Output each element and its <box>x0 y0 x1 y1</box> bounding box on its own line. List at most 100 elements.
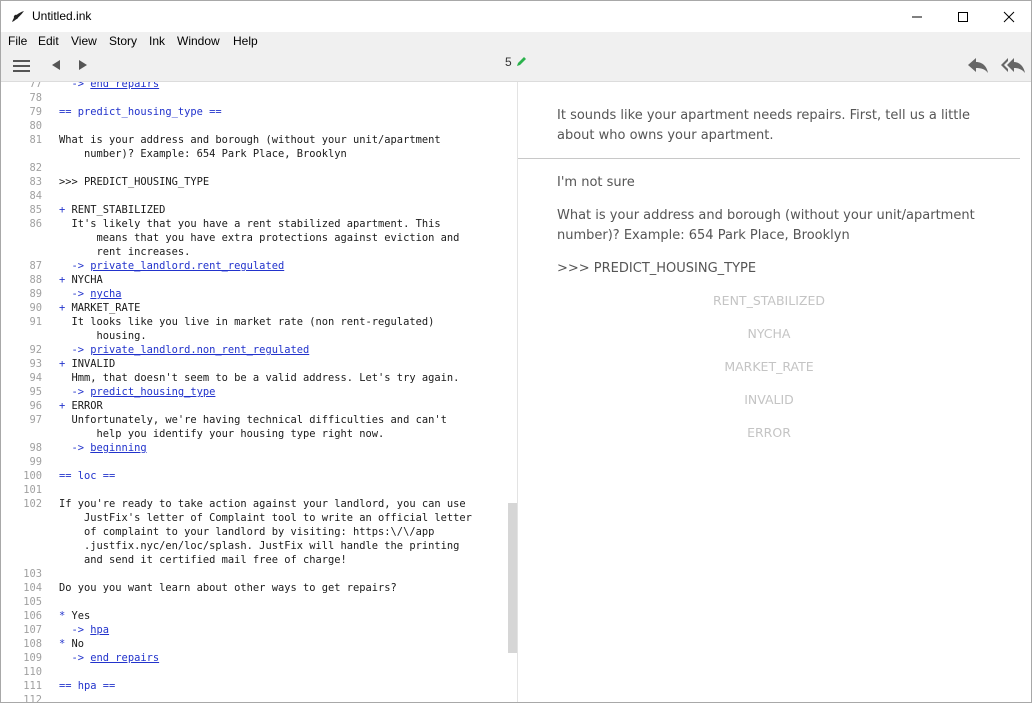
editor-line[interactable]: 110 <box>1 665 508 679</box>
editor-line[interactable]: 87 -> private_landlord.rent_regulated <box>1 259 508 273</box>
editor-line[interactable]: 88 + NYCHA <box>1 273 508 287</box>
editor-line[interactable]: 82 <box>1 161 508 175</box>
divert-link[interactable]: private_landlord.non_rent_regulated <box>90 344 309 356</box>
editor-line[interactable]: 80 <box>1 119 508 133</box>
restart-icon[interactable] <box>1000 57 1026 74</box>
rewind-icon[interactable] <box>967 57 989 74</box>
choice-market-rate[interactable]: MARKET_RATE <box>518 359 1020 374</box>
editor-scrollbar-thumb[interactable] <box>508 503 517 653</box>
menu-story[interactable]: Story <box>109 34 137 48</box>
divert-link[interactable]: nycha <box>90 288 121 300</box>
code-text: RENT_STABILIZED <box>71 204 166 216</box>
line-code: What is your address and borough (withou… <box>59 133 441 147</box>
editor-line[interactable]: 109 -> end repairs <box>1 651 508 665</box>
menu-view[interactable]: View <box>71 34 97 48</box>
line-number: 77 <box>29 82 42 90</box>
editor-line[interactable]: 86 It's likely that you have a rent stab… <box>1 217 508 231</box>
editor-line[interactable]: 107 -> hpa <box>1 623 508 637</box>
editor-line[interactable]: housing. <box>1 329 508 343</box>
divert-link[interactable]: private_landlord.rent_regulated <box>90 260 284 272</box>
divert-link[interactable]: beginning <box>90 442 146 454</box>
editor-line[interactable]: 90 + MARKET_RATE <box>1 301 508 315</box>
editor-line[interactable]: 93 + INVALID <box>1 357 508 371</box>
editor-line[interactable]: means that you have extra protections ag… <box>1 231 508 245</box>
editor-line[interactable]: 98 -> beginning <box>1 441 508 455</box>
menu-edit[interactable]: Edit <box>38 34 59 48</box>
selected-choice-text: I'm not sure <box>557 175 635 190</box>
menu-window[interactable]: Window <box>177 34 220 48</box>
editor-line[interactable]: of complaint to your landlord by visitin… <box>1 525 508 539</box>
divert-link[interactable]: end repairs <box>90 82 159 90</box>
code-text: MARKET_RATE <box>71 302 141 314</box>
editor-line[interactable]: JustFix's letter of Complaint tool to wr… <box>1 511 508 525</box>
editor-line[interactable]: 99 <box>1 455 508 469</box>
code-text: It looks like you live in market rate (n… <box>59 316 435 328</box>
minimize-button[interactable] <box>894 1 940 32</box>
editor-line[interactable]: 103 <box>1 567 508 581</box>
editor-line[interactable]: 89 -> nycha <box>1 287 508 301</box>
menu-bar: File Edit View Story Ink Window Help <box>1 32 1031 52</box>
editor-line[interactable]: 84 <box>1 189 508 203</box>
editor-line[interactable]: and send it certified mail free of charg… <box>1 553 508 567</box>
editor-line[interactable]: .justfix.nyc/en/loc/splash. JustFix will… <box>1 539 508 553</box>
code-text: means that you have extra protections ag… <box>59 232 460 244</box>
close-button[interactable] <box>986 1 1031 32</box>
code-text: No <box>71 638 85 650</box>
divert-link[interactable]: end repairs <box>90 652 159 664</box>
line-code: + NYCHA <box>59 273 103 287</box>
editor-line[interactable]: 104 Do you you want learn about other way… <box>1 581 508 595</box>
editor-line[interactable]: 97 Unfortunately, we're having technical… <box>1 413 508 427</box>
ink-editor[interactable]: 77 -> end repairs 78 79 == predict_housing_… <box>1 82 508 702</box>
editor-line[interactable]: help you identify your housing type righ… <box>1 427 508 441</box>
editor-line[interactable]: 111 == hpa == <box>1 679 508 693</box>
editor-line[interactable]: number)? Example: 654 Park Place, Brookl… <box>1 147 508 161</box>
choice-rent-stabilized[interactable]: RENT_STABILIZED <box>518 293 1020 308</box>
forward-arrow-icon[interactable] <box>78 59 88 71</box>
editor-line[interactable]: 112 <box>1 693 508 702</box>
line-number: 94 <box>29 372 42 384</box>
editor-line[interactable]: 91 It looks like you live in market rate… <box>1 315 508 329</box>
editor-line[interactable]: 77 -> end repairs <box>1 82 508 91</box>
code-text: If you're ready to take action against y… <box>59 498 466 510</box>
editor-line[interactable]: rent increases. <box>1 245 508 259</box>
code-text: == loc == <box>59 470 116 482</box>
line-code: It's likely that you have a rent stabili… <box>59 217 441 231</box>
line-code: -> hpa <box>59 623 110 637</box>
editor-line[interactable]: 85 + RENT_STABILIZED <box>1 203 508 217</box>
editor-line[interactable]: 96 + ERROR <box>1 399 508 413</box>
code-text: == predict_housing_type == <box>59 106 222 118</box>
choice-nycha[interactable]: NYCHA <box>518 326 1020 341</box>
maximize-button[interactable] <box>940 1 986 32</box>
back-arrow-icon[interactable] <box>51 59 61 71</box>
editor-line[interactable]: 92 -> private_landlord.non_rent_regulate… <box>1 343 508 357</box>
editor-line[interactable]: 95 -> predict_housing_type <box>1 385 508 399</box>
menu-help[interactable]: Help <box>233 34 258 48</box>
code-text: rent increases. <box>59 246 191 258</box>
close-icon <box>1003 11 1015 23</box>
divert-link[interactable]: predict_housing_type <box>90 386 215 398</box>
editor-line[interactable]: 100 == loc == <box>1 469 508 483</box>
hamburger-menu-icon[interactable] <box>13 59 30 73</box>
editor-line[interactable]: 105 <box>1 595 508 609</box>
line-code: .justfix.nyc/en/loc/splash. JustFix will… <box>59 539 459 553</box>
line-number: 110 <box>23 666 42 678</box>
choice-invalid[interactable]: INVALID <box>518 392 1020 407</box>
editor-line[interactable]: 81 What is your address and borough (with… <box>1 133 508 147</box>
editor-line[interactable]: 79 == predict_housing_type == <box>1 105 508 119</box>
editor-line[interactable]: 78 <box>1 91 508 105</box>
menu-ink[interactable]: Ink <box>149 34 165 48</box>
line-number: 92 <box>29 344 42 356</box>
divert-link[interactable]: hpa <box>90 624 109 636</box>
editor-line[interactable]: 108 * No <box>1 637 508 651</box>
editor-line[interactable]: 106 * Yes <box>1 609 508 623</box>
choice-error[interactable]: ERROR <box>518 425 1020 440</box>
line-code: -> predict_housing_type <box>59 385 216 399</box>
editor-line[interactable]: 83 >>> PREDICT_HOUSING_TYPE <box>1 175 508 189</box>
menu-file[interactable]: File <box>8 34 27 48</box>
editor-line[interactable]: 102 If you're ready to take action agains… <box>1 497 508 511</box>
editor-line[interactable]: 101 <box>1 483 508 497</box>
editor-line[interactable]: 94 Hmm, that doesn't seem to be a valid … <box>1 371 508 385</box>
line-code: -> private_landlord.rent_regulated <box>59 259 285 273</box>
pencil-icon[interactable] <box>516 56 527 67</box>
code-text: JustFix's letter of Complaint tool to wr… <box>59 512 472 524</box>
